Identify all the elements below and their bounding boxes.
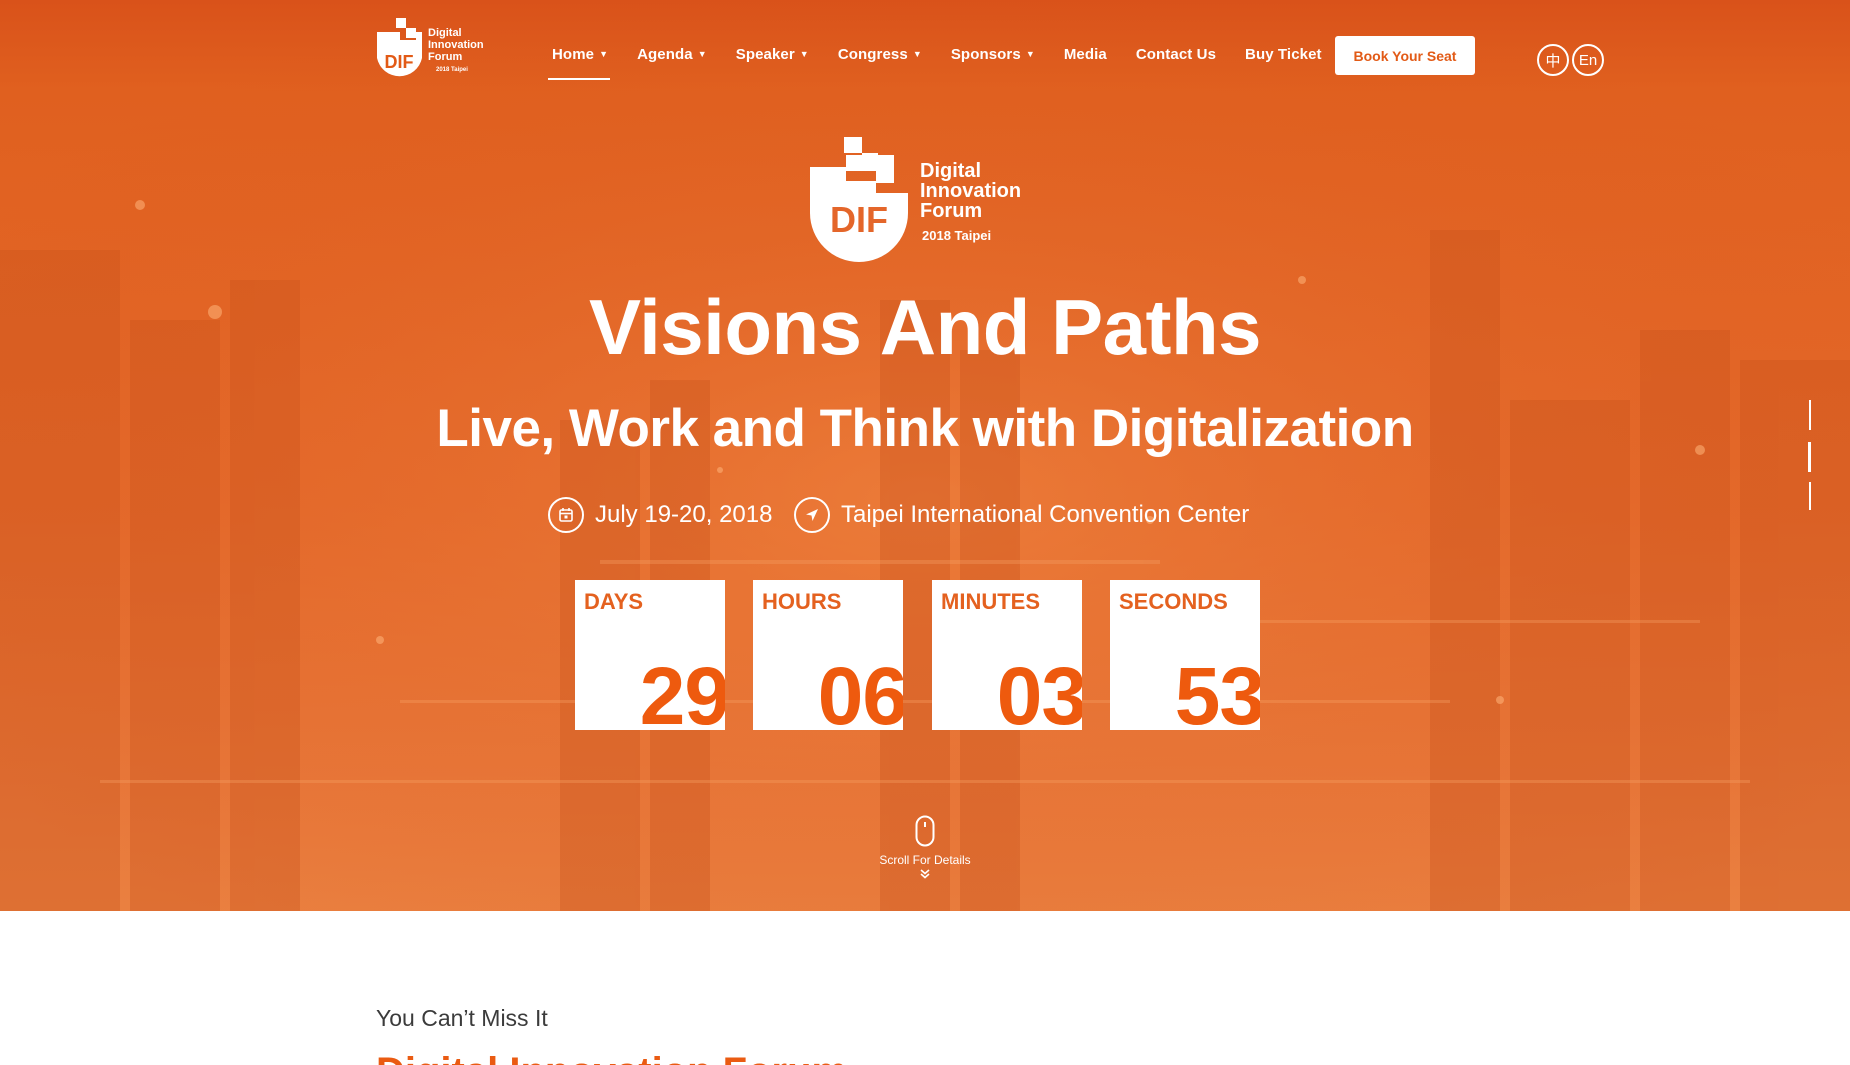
nav-item-sponsors[interactable]: Sponsors ▼ [951, 40, 1035, 68]
svg-text:Digital: Digital [920, 160, 981, 182]
book-your-seat-button[interactable]: Book Your Seat [1335, 36, 1475, 75]
countdown-value: 29 [639, 651, 725, 731]
chevron-down-icon: ▼ [799, 49, 809, 59]
svg-text:2018 Taipei: 2018 Taipei [436, 67, 468, 73]
chevron-down-icon: ▼ [912, 49, 922, 59]
hero-headline: Visions And Paths [589, 283, 1261, 371]
event-date: July 19-20, 2018 [548, 496, 772, 534]
slide-dot[interactable] [1809, 482, 1811, 510]
language-en-button[interactable]: En [1572, 44, 1604, 76]
svg-text:Forum: Forum [428, 51, 462, 63]
nav-item-media[interactable]: Media [1064, 40, 1107, 68]
countdown-minutes: MINUTES 03 [932, 580, 1082, 730]
location-arrow-icon [794, 497, 830, 533]
countdown-value: 03 [996, 651, 1082, 731]
chevron-down-icon: ▼ [599, 49, 609, 59]
nav-item-label: Congress [837, 45, 908, 63]
countdown-value: 06 [817, 651, 903, 731]
svg-text:2018 Taipei: 2018 Taipei [922, 228, 991, 243]
countdown-seconds: SECONDS 53 [1110, 580, 1260, 730]
calendar-icon [548, 497, 584, 533]
hero-subline: Live, Work and Think with Digitalization [436, 399, 1414, 458]
language-zh-button[interactable]: 中 [1537, 44, 1569, 76]
section-sub-heading: You Can’t Miss It [376, 1005, 548, 1031]
nav-item-label: Buy Ticket [1245, 45, 1322, 63]
nav-item-home[interactable]: Home ▼ [547, 40, 611, 80]
slide-indicator[interactable] [1807, 400, 1813, 510]
event-venue-text: Taipei International Convention Center [841, 501, 1250, 528]
countdown-value: 53 [1174, 651, 1260, 731]
scroll-hint[interactable]: Scroll For Details [0, 815, 1850, 882]
svg-text:Innovation: Innovation [428, 39, 484, 51]
section-title: Digital Innovation Forum [376, 1050, 847, 1065]
double-chevron-down-icon [0, 869, 1850, 882]
chevron-down-icon: ▼ [697, 49, 707, 59]
nav-item-label: Media [1063, 45, 1107, 63]
nav-item-agenda[interactable]: Agenda ▼ [637, 40, 707, 68]
nav-item-congress[interactable]: Congress ▼ [838, 40, 922, 68]
nav-item-label: Speaker [735, 45, 795, 63]
countdown-label: HOURS [762, 589, 842, 614]
svg-text:Digital: Digital [428, 27, 462, 39]
svg-text:DIF: DIF [830, 199, 888, 240]
svg-text:DIF: DIF [385, 52, 414, 72]
nav-item-speaker[interactable]: Speaker ▼ [736, 40, 809, 68]
site-logo[interactable]: DIF Digital Innovation Forum 2018 Taipei [376, 18, 496, 88]
slide-dot-active[interactable] [1808, 442, 1811, 472]
chevron-down-icon: ▼ [1025, 49, 1035, 59]
nav-item-label: Contact Us [1135, 45, 1217, 63]
hero-section: DIF Digital Innovation Forum 2018 Taipei… [0, 0, 1850, 911]
nav-item-buy-ticket[interactable]: Buy Ticket [1245, 40, 1322, 68]
countdown-days: DAYS 29 [575, 580, 725, 730]
nav-item-label: Agenda [637, 45, 693, 63]
slide-dot[interactable] [1809, 400, 1811, 430]
event-date-text: July 19-20, 2018 [595, 501, 773, 528]
nav-item-label: Sponsors [950, 45, 1021, 63]
mouse-icon [915, 815, 935, 847]
countdown-label: DAYS [584, 589, 644, 614]
event-venue: Taipei International Convention Center [794, 496, 1249, 534]
main-navigation: Home ▼ Agenda ▼ Speaker ▼ Congress ▼ Spo… [547, 40, 1351, 80]
svg-text:Forum: Forum [920, 200, 982, 222]
forum-logo: DIF Digital Innovation Forum 2018 Taipei [810, 137, 1021, 262]
nav-item-contact-us[interactable]: Contact Us [1136, 40, 1216, 68]
svg-text:Innovation: Innovation [920, 180, 1021, 202]
scroll-label: Scroll For Details [879, 853, 971, 867]
countdown-label: MINUTES [941, 589, 1040, 614]
nav-item-label: Home [552, 45, 595, 63]
countdown-label: SECONDS [1119, 589, 1228, 614]
countdown-hours: HOURS 06 [753, 580, 903, 730]
